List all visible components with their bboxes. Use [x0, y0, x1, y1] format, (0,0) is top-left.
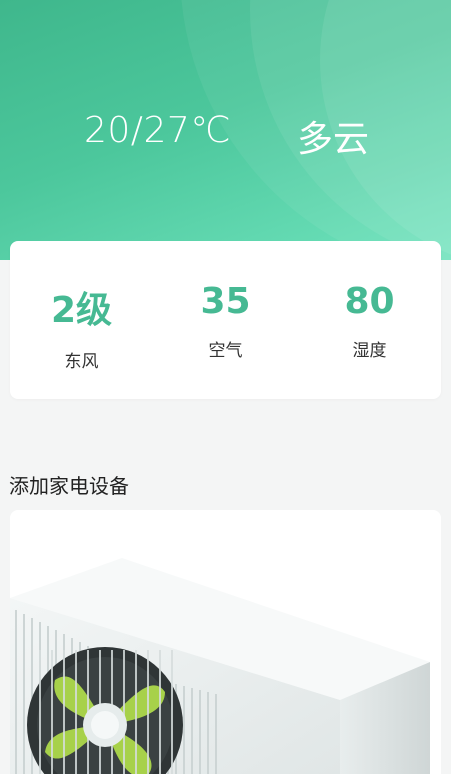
air-quality-value: 35	[200, 281, 251, 322]
air-quality-label: 空气	[208, 341, 243, 361]
weather-header: 20/27℃ 多云	[0, 0, 451, 260]
wind-level-value: 2级	[50, 290, 113, 331]
temperature-range: 20/27℃	[84, 110, 232, 151]
weather-condition: 多云	[297, 119, 370, 160]
stat-air: 35 空气	[154, 241, 297, 361]
humidity-value: 80	[344, 281, 395, 322]
air-conditioner-image	[10, 558, 430, 774]
add-appliance-title: 添加家电设备	[9, 474, 129, 498]
wind-direction-label: 东风	[64, 352, 99, 372]
weather-stats-card: 2级 东风 35 空气 80 湿度	[10, 241, 441, 399]
add-appliance-card[interactable]	[10, 510, 441, 774]
stat-humidity: 80 湿度	[298, 241, 441, 361]
humidity-label: 湿度	[352, 341, 387, 361]
stat-wind: 2级 东风	[10, 241, 153, 372]
